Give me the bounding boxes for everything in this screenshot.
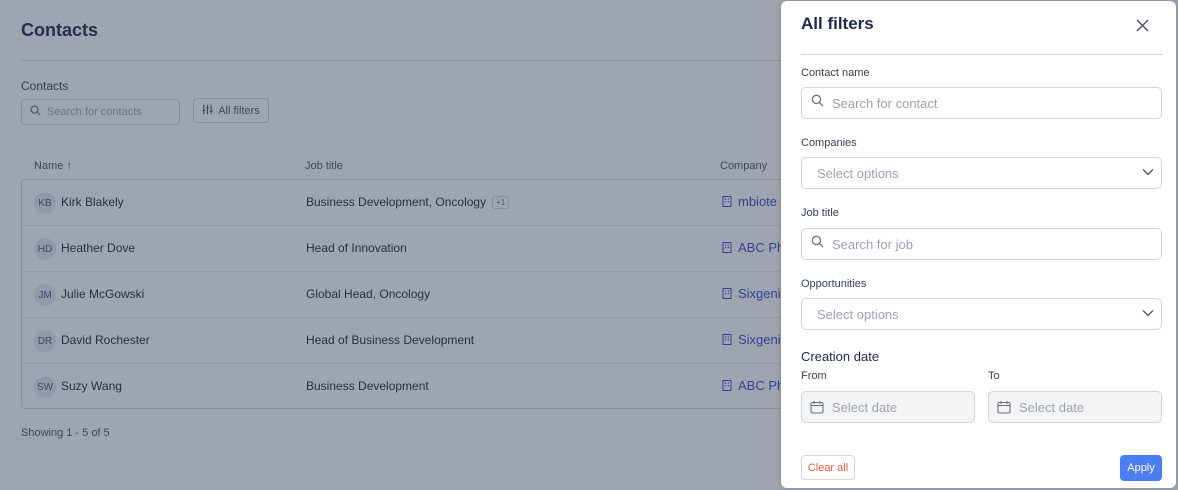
chevron-down-icon [1142, 169, 1154, 176]
close-button[interactable] [1133, 16, 1151, 34]
contact-name-field[interactable] [801, 87, 1162, 119]
from-date-picker[interactable]: Select date [801, 391, 975, 423]
job-title-input[interactable] [832, 236, 1132, 252]
job-title-field[interactable] [801, 228, 1162, 260]
to-label: To [988, 370, 1000, 382]
job-title-label: Job title [801, 207, 839, 219]
contact-name-input[interactable] [832, 95, 1132, 111]
to-date-picker[interactable]: Select date [988, 391, 1162, 423]
opportunities-label: Opportunities [801, 278, 867, 290]
filters-drawer: All filters Contact name Companies Selec… [781, 1, 1176, 488]
creation-date-heading: Creation date [801, 349, 880, 364]
companies-placeholder: Select options [817, 166, 899, 181]
calendar-icon [997, 401, 1011, 414]
from-date-placeholder: Select date [832, 399, 898, 415]
drawer-divider [801, 54, 1163, 55]
apply-button[interactable]: Apply [1120, 455, 1162, 481]
clear-all-button[interactable]: Clear all [801, 455, 855, 480]
drawer-title: All filters [801, 14, 874, 33]
to-date-placeholder: Select date [1019, 399, 1085, 415]
opportunities-placeholder: Select options [817, 307, 899, 322]
calendar-icon [810, 401, 824, 414]
companies-label: Companies [801, 137, 857, 149]
search-icon [811, 235, 824, 253]
chevron-down-icon [1142, 310, 1154, 317]
opportunities-select[interactable]: Select options [801, 298, 1162, 330]
search-icon [811, 94, 824, 112]
companies-select[interactable]: Select options [801, 157, 1162, 189]
contact-name-label: Contact name [801, 67, 870, 79]
close-icon [1135, 18, 1149, 32]
from-label: From [801, 370, 827, 382]
